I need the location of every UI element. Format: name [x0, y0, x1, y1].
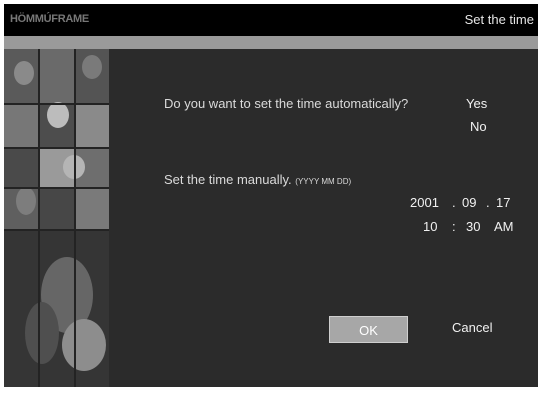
- auto-time-question: Do you want to set the time automaticall…: [164, 96, 409, 111]
- brand-logo: HÖMMÚFRAME: [10, 13, 89, 25]
- year-field[interactable]: 2001: [410, 195, 439, 210]
- manual-time-text: Set the time manually.: [164, 172, 292, 187]
- date-format-hint: (YYYY MM DD): [295, 177, 352, 186]
- minute-field[interactable]: 30: [466, 219, 480, 234]
- manual-time-label: Set the time manually. (YYYY MM DD): [164, 172, 351, 187]
- day-field[interactable]: 17: [496, 195, 510, 210]
- title-divider: [4, 36, 538, 49]
- ok-button[interactable]: OK: [329, 316, 408, 343]
- screen-title: Set the time: [464, 12, 534, 27]
- date-separator-1: .: [452, 195, 456, 210]
- month-field[interactable]: 09: [462, 195, 476, 210]
- time-setup-screen: HÖMMÚFRAME Set the time Do you want to s…: [4, 4, 538, 387]
- collage-art: [4, 49, 109, 387]
- title-bar: HÖMMÚFRAME Set the time: [4, 4, 538, 36]
- hour-field[interactable]: 10: [423, 219, 437, 234]
- cancel-button[interactable]: Cancel: [452, 320, 492, 335]
- ampm-field[interactable]: AM: [494, 219, 514, 234]
- auto-no-option[interactable]: No: [470, 119, 487, 134]
- auto-yes-option[interactable]: Yes: [466, 96, 487, 111]
- date-separator-2: .: [486, 195, 490, 210]
- wedding-collage-image: [4, 49, 109, 387]
- time-separator: :: [452, 219, 456, 234]
